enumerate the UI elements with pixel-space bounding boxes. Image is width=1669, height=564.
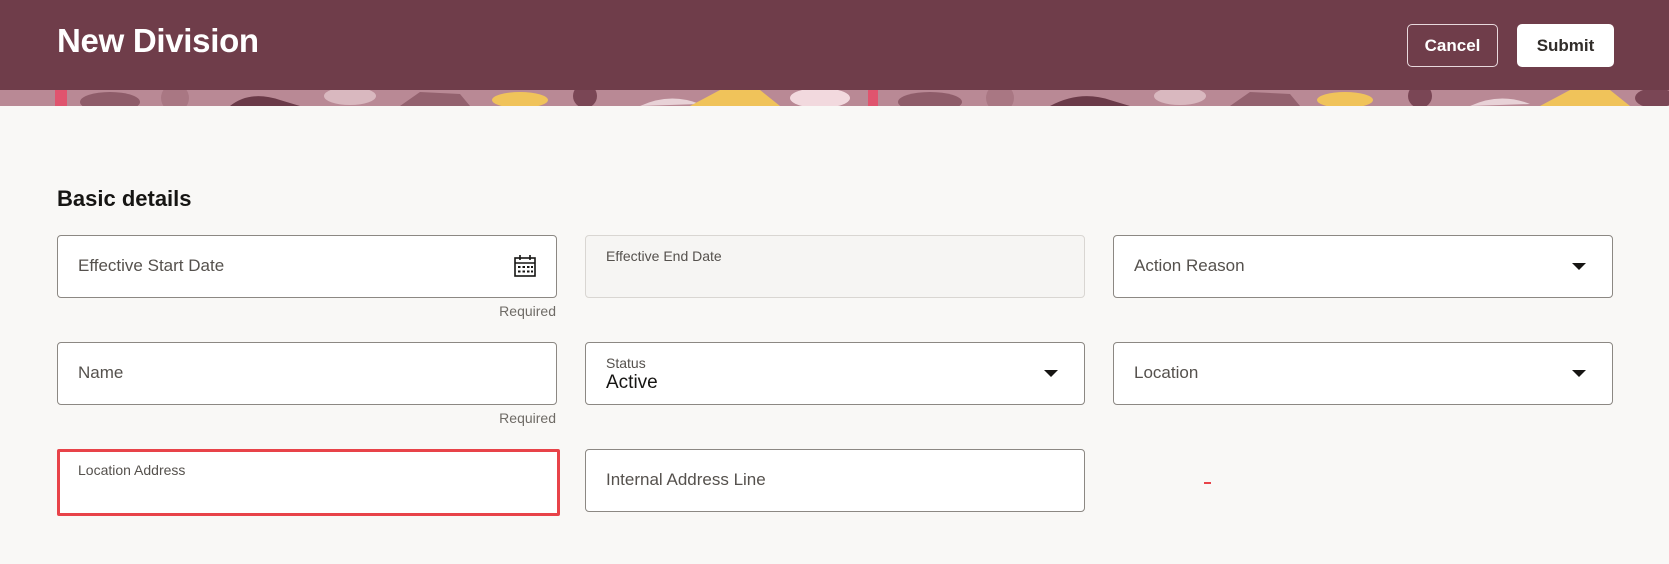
field-label: Effective Start Date [78,256,225,275]
chevron-down-icon[interactable] [1044,370,1058,377]
internal-address-line-field[interactable]: Internal Address Line [585,449,1085,512]
decorative-banner [0,90,1669,106]
field-label: Name [78,363,124,382]
page-header: New Division Cancel Submit [0,0,1669,90]
chevron-down-icon[interactable] [1572,370,1586,377]
location-address-field[interactable]: Location Address [57,449,560,516]
effective-end-date-field: Effective End Date [585,235,1085,298]
location-select[interactable]: Location [1113,342,1613,405]
calendar-icon[interactable] [514,254,536,278]
submit-button[interactable]: Submit [1517,24,1614,67]
cancel-button[interactable]: Cancel [1407,24,1498,67]
page-title: New Division [57,22,259,59]
field-label: Location [1134,363,1199,382]
field-label: Effective End Date [606,248,722,264]
chevron-down-icon[interactable] [1572,263,1586,270]
field-label: Status [606,355,646,371]
section-title: Basic details [57,186,192,211]
field-label: Action Reason [1134,256,1245,275]
status-select[interactable]: Status Active [585,342,1085,405]
effective-start-date-field[interactable]: Effective Start Date [57,235,557,298]
required-hint: Required [499,303,556,319]
field-label: Location Address [78,462,186,478]
required-hint: Required [499,410,556,426]
status-value: Active [606,372,658,393]
name-field[interactable]: Name [57,342,557,405]
action-reason-select[interactable]: Action Reason [1113,235,1613,298]
field-label: Internal Address Line [606,470,766,489]
cursor-mark [1204,482,1211,484]
